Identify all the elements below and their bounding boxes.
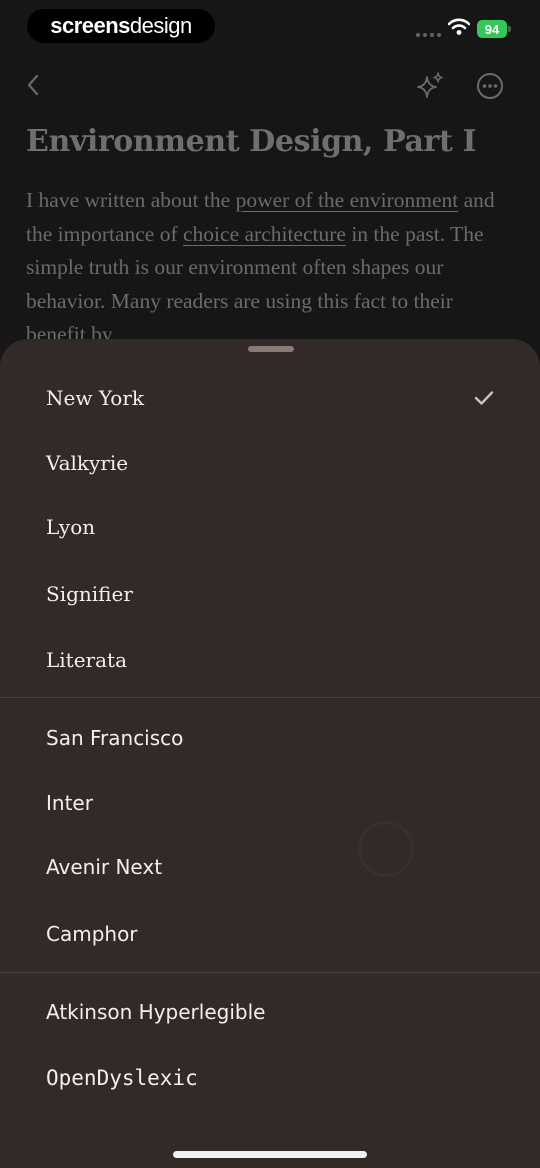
font-option-label: Camphor — [46, 922, 138, 946]
sparkles-icon — [417, 72, 443, 98]
checkmark-icon — [474, 390, 494, 406]
font-option-label: Literata — [46, 648, 127, 672]
font-option-inter[interactable]: Inter — [0, 773, 540, 833]
font-option-lyon[interactable]: Lyon — [0, 497, 540, 557]
wifi-icon — [447, 18, 471, 40]
font-option-label: OpenDyslexic — [46, 1066, 198, 1090]
font-option-atkinson-hyperlegible[interactable]: Atkinson Hyperlegible — [0, 982, 540, 1042]
font-option-san-francisco[interactable]: San Francisco — [0, 708, 540, 768]
body-text: I have written about the — [26, 188, 236, 212]
status-bar: screens design 94 — [0, 0, 540, 56]
home-indicator[interactable] — [173, 1151, 367, 1158]
divider — [0, 697, 540, 698]
more-horizontal-circle-icon — [477, 73, 503, 99]
font-option-signifier[interactable]: Signifier — [0, 564, 540, 624]
font-option-literata[interactable]: Literata — [0, 630, 540, 690]
cellular-signal-icon — [416, 33, 441, 37]
battery-tip — [508, 26, 511, 32]
more-options-button[interactable] — [472, 68, 508, 104]
brand-light-text: design — [129, 13, 192, 38]
font-picker-sheet: New York Valkyrie Lyon Signifier Literat… — [0, 339, 540, 1168]
article-body: I have written about the power of the en… — [26, 184, 516, 352]
divider — [0, 972, 540, 973]
touch-indicator — [358, 821, 414, 877]
font-option-label: Signifier — [46, 582, 133, 606]
font-option-opendyslexic[interactable]: OpenDyslexic — [0, 1048, 540, 1108]
font-option-label: Valkyrie — [46, 451, 129, 475]
article-title: Environment Design, Part I — [26, 124, 477, 159]
battery-level: 94 — [484, 21, 500, 37]
battery-icon: 94 — [477, 20, 507, 38]
font-option-label: San Francisco — [46, 726, 184, 750]
ai-sparkle-button[interactable] — [413, 68, 449, 104]
font-option-label: New York — [46, 386, 144, 410]
font-option-label: Lyon — [46, 515, 96, 539]
brand-bold-text: screens — [50, 13, 130, 38]
font-option-new-york[interactable]: New York — [0, 368, 540, 428]
chevron-left-icon — [27, 74, 39, 96]
sheet-grabber[interactable] — [248, 346, 294, 352]
font-option-camphor[interactable]: Camphor — [0, 904, 540, 964]
brand-watermark: screens design — [27, 9, 215, 43]
font-option-label: Inter — [46, 791, 93, 815]
font-option-label: Avenir Next — [46, 855, 163, 879]
link-choice-architecture[interactable]: choice architecture — [183, 222, 346, 246]
nav-bar — [0, 62, 540, 110]
font-option-valkyrie[interactable]: Valkyrie — [0, 433, 540, 493]
font-option-avenir-next[interactable]: Avenir Next — [0, 837, 540, 897]
font-option-label: Atkinson Hyperlegible — [46, 1000, 266, 1024]
back-button[interactable] — [18, 70, 48, 100]
link-power-of-environment[interactable]: power of the environment — [236, 188, 459, 212]
